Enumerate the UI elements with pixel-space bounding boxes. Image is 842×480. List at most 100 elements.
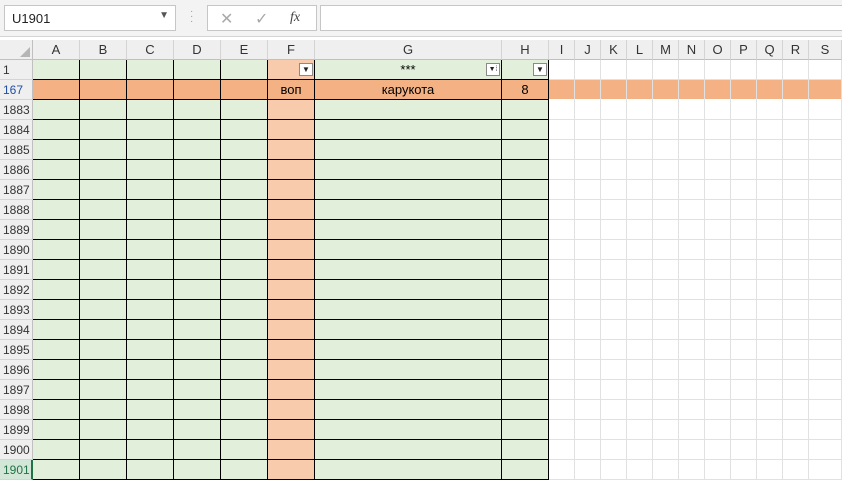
cell-b1883[interactable] bbox=[80, 100, 127, 120]
row-header-1885[interactable]: 1885 bbox=[0, 140, 33, 160]
cell-g1892[interactable] bbox=[315, 280, 502, 300]
cell-c1887[interactable] bbox=[127, 180, 174, 200]
cell-h1887[interactable] bbox=[502, 180, 549, 200]
cell-a1885[interactable] bbox=[33, 140, 80, 160]
cell-f1886[interactable] bbox=[268, 160, 315, 180]
column-header-g[interactable]: G bbox=[315, 40, 502, 60]
cell-d1892[interactable] bbox=[174, 280, 221, 300]
cell-b1895[interactable] bbox=[80, 340, 127, 360]
cell-e1894[interactable] bbox=[221, 320, 268, 340]
column-header-s[interactable]: S bbox=[809, 40, 842, 60]
cell-g167[interactable]: карукота bbox=[315, 80, 502, 100]
cell-a1898[interactable] bbox=[33, 400, 80, 420]
row-header-1892[interactable]: 1892 bbox=[0, 280, 33, 300]
cell-e1889[interactable] bbox=[221, 220, 268, 240]
cell-h1896[interactable] bbox=[502, 360, 549, 380]
column-header-c[interactable]: C bbox=[127, 40, 174, 60]
cell-e1892[interactable] bbox=[221, 280, 268, 300]
column-header-i[interactable]: I bbox=[549, 40, 575, 60]
cell-d1893[interactable] bbox=[174, 300, 221, 320]
cell-f1901[interactable] bbox=[268, 460, 315, 480]
cell-c1895[interactable] bbox=[127, 340, 174, 360]
row-header-1886[interactable]: 1886 bbox=[0, 160, 33, 180]
cell-d1900[interactable] bbox=[174, 440, 221, 460]
cell-d1889[interactable] bbox=[174, 220, 221, 240]
cell-b1897[interactable] bbox=[80, 380, 127, 400]
cell-e1896[interactable] bbox=[221, 360, 268, 380]
cell-f1897[interactable] bbox=[268, 380, 315, 400]
cell-g1[interactable]: *** ▼⁞ bbox=[315, 60, 502, 80]
cell-b1900[interactable] bbox=[80, 440, 127, 460]
cell-f1884[interactable] bbox=[268, 120, 315, 140]
cell-b1899[interactable] bbox=[80, 420, 127, 440]
cell-c1891[interactable] bbox=[127, 260, 174, 280]
cell-e1900[interactable] bbox=[221, 440, 268, 460]
cell-c1897[interactable] bbox=[127, 380, 174, 400]
cell-b1885[interactable] bbox=[80, 140, 127, 160]
cell-e1887[interactable] bbox=[221, 180, 268, 200]
cell-a1899[interactable] bbox=[33, 420, 80, 440]
column-header-m[interactable]: M bbox=[653, 40, 679, 60]
filter-applied-icon[interactable]: ▼⁞ bbox=[486, 63, 500, 76]
drag-handle-icon[interactable]: · · · bbox=[190, 7, 193, 27]
cell-f1894[interactable] bbox=[268, 320, 315, 340]
cell-g1899[interactable] bbox=[315, 420, 502, 440]
cell-c167[interactable] bbox=[127, 80, 174, 100]
cell-b1891[interactable] bbox=[80, 260, 127, 280]
row-header-1893[interactable]: 1893 bbox=[0, 300, 33, 320]
cell-g1896[interactable] bbox=[315, 360, 502, 380]
cell-a1886[interactable] bbox=[33, 160, 80, 180]
cell-g1895[interactable] bbox=[315, 340, 502, 360]
cell-a1891[interactable] bbox=[33, 260, 80, 280]
cell-e1883[interactable] bbox=[221, 100, 268, 120]
cell-b1896[interactable] bbox=[80, 360, 127, 380]
cell-c1889[interactable] bbox=[127, 220, 174, 240]
cell-a1884[interactable] bbox=[33, 120, 80, 140]
cell-d1896[interactable] bbox=[174, 360, 221, 380]
cell-c1883[interactable] bbox=[127, 100, 174, 120]
cell-a1892[interactable] bbox=[33, 280, 80, 300]
column-header-l[interactable]: L bbox=[627, 40, 653, 60]
cell-e1886[interactable] bbox=[221, 160, 268, 180]
cell-f1891[interactable] bbox=[268, 260, 315, 280]
row-header-1894[interactable]: 1894 bbox=[0, 320, 33, 340]
cell-b1893[interactable] bbox=[80, 300, 127, 320]
cell-d167[interactable] bbox=[174, 80, 221, 100]
cell-f1896[interactable] bbox=[268, 360, 315, 380]
cell-g1886[interactable] bbox=[315, 160, 502, 180]
cell-e1893[interactable] bbox=[221, 300, 268, 320]
cell-b1884[interactable] bbox=[80, 120, 127, 140]
cell-g1897[interactable] bbox=[315, 380, 502, 400]
cell-c1890[interactable] bbox=[127, 240, 174, 260]
cell-f1889[interactable] bbox=[268, 220, 315, 240]
cell-c1900[interactable] bbox=[127, 440, 174, 460]
cell-f1899[interactable] bbox=[268, 420, 315, 440]
cell-h1901[interactable] bbox=[502, 460, 549, 480]
cell-d1[interactable] bbox=[174, 60, 221, 80]
cell-d1899[interactable] bbox=[174, 420, 221, 440]
column-header-e[interactable]: E bbox=[221, 40, 268, 60]
cell-d1886[interactable] bbox=[174, 160, 221, 180]
cell-b1892[interactable] bbox=[80, 280, 127, 300]
cell-h1893[interactable] bbox=[502, 300, 549, 320]
cell-b1[interactable] bbox=[80, 60, 127, 80]
cell-d1891[interactable] bbox=[174, 260, 221, 280]
column-header-n[interactable]: N bbox=[679, 40, 705, 60]
select-all-corner[interactable] bbox=[0, 40, 33, 60]
row-header-1897[interactable]: 1897 bbox=[0, 380, 33, 400]
cell-g1893[interactable] bbox=[315, 300, 502, 320]
cell-h1891[interactable] bbox=[502, 260, 549, 280]
cell-h1900[interactable] bbox=[502, 440, 549, 460]
row-header-1896[interactable]: 1896 bbox=[0, 360, 33, 380]
cell-c1886[interactable] bbox=[127, 160, 174, 180]
row-header-1887[interactable]: 1887 bbox=[0, 180, 33, 200]
column-header-b[interactable]: B bbox=[80, 40, 127, 60]
cell-h1888[interactable] bbox=[502, 200, 549, 220]
cell-f1883[interactable] bbox=[268, 100, 315, 120]
cell-g1898[interactable] bbox=[315, 400, 502, 420]
cell-g1885[interactable] bbox=[315, 140, 502, 160]
cell-h1897[interactable] bbox=[502, 380, 549, 400]
row-header-1891[interactable]: 1891 bbox=[0, 260, 33, 280]
row-header-1898[interactable]: 1898 bbox=[0, 400, 33, 420]
cell-f1893[interactable] bbox=[268, 300, 315, 320]
